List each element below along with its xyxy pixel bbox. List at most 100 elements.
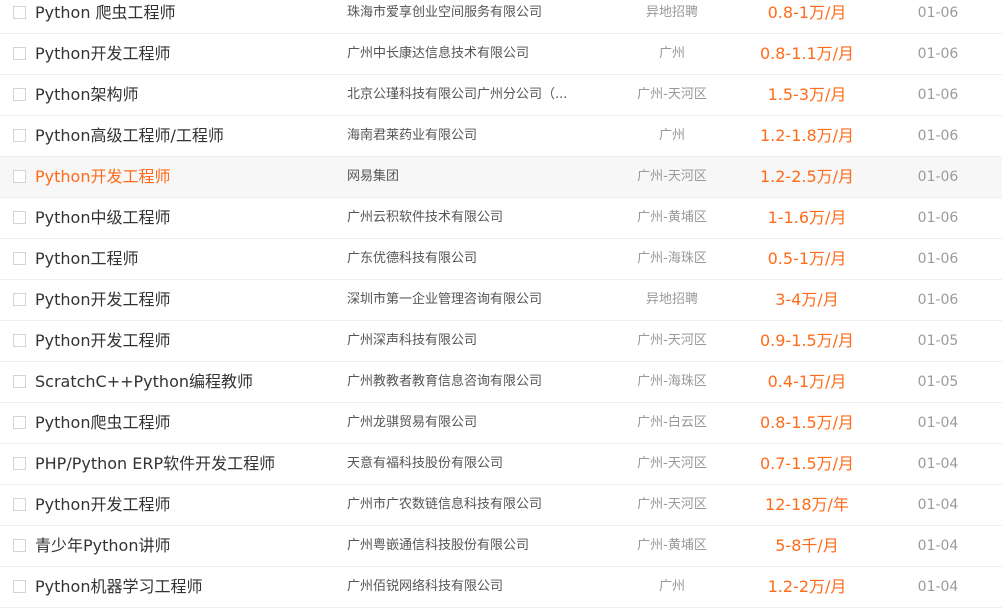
job-row[interactable]: PHP/Python ERP软件开发工程师 天意有福科技股份有限公司 广州-天河… — [0, 444, 1002, 485]
job-title-link[interactable]: Python开发工程师 — [35, 157, 335, 197]
post-date: 01-04 — [917, 415, 959, 431]
job-title-link[interactable]: Python开发工程师 — [35, 34, 335, 74]
job-select-checkbox[interactable] — [13, 88, 26, 101]
post-date: 01-05 — [917, 374, 959, 390]
company-name-link[interactable]: 广州佰锐网络科技有限公司 — [347, 567, 592, 607]
job-location: 异地招聘 — [645, 5, 698, 20]
job-title-link[interactable]: Python中级工程师 — [35, 198, 335, 238]
job-location: 广州-黄埔区 — [637, 210, 707, 225]
post-date: 01-06 — [917, 251, 959, 267]
job-location: 广州-天河区 — [637, 456, 707, 471]
job-row[interactable]: Python高级工程师/工程师 海南君莱药业有限公司 广州 1.2-1.8万/月… — [0, 116, 1002, 157]
post-date: 01-06 — [917, 46, 959, 62]
company-name-link[interactable]: 海南君莱药业有限公司 — [347, 116, 592, 156]
company-name-link[interactable]: 珠海市爱享创业空间服务有限公司 — [347, 0, 592, 33]
job-title-link[interactable]: Python机器学习工程师 — [35, 567, 335, 607]
job-title-link[interactable]: Python架构师 — [35, 75, 335, 115]
post-date: 01-06 — [917, 87, 959, 103]
job-location: 广州-黄埔区 — [637, 538, 707, 553]
job-row[interactable]: Python开发工程师 深圳市第一企业管理咨询有限公司 异地招聘 3-4万/月 … — [0, 280, 1002, 321]
job-location: 广州-天河区 — [637, 333, 707, 348]
job-row[interactable]: Python机器学习工程师 广州佰锐网络科技有限公司 广州 1.2-2万/月 0… — [0, 567, 1002, 608]
job-salary: 1.2-1.8万/月 — [759, 126, 855, 145]
job-select-checkbox[interactable] — [13, 129, 26, 142]
job-salary: 5-8千/月 — [775, 536, 839, 555]
job-select-checkbox[interactable] — [13, 498, 26, 511]
job-location: 广州-天河区 — [637, 497, 707, 512]
post-date: 01-04 — [917, 497, 959, 513]
job-select-checkbox[interactable] — [13, 375, 26, 388]
job-row[interactable]: Python开发工程师 广州中长康达信息技术有限公司 广州 0.8-1.1万/月… — [0, 34, 1002, 75]
job-title-link[interactable]: Python开发工程师 — [35, 280, 335, 320]
job-location: 广州-海珠区 — [637, 251, 707, 266]
job-select-checkbox[interactable] — [13, 334, 26, 347]
post-date: 01-05 — [917, 333, 959, 349]
company-name-link[interactable]: 广州深声科技有限公司 — [347, 321, 592, 361]
post-date: 01-06 — [917, 169, 959, 185]
job-title-link[interactable]: 青少年Python讲师 — [35, 526, 335, 566]
job-location: 广州 — [658, 128, 685, 143]
company-name-link[interactable]: 北京公瑾科技有限公司广州分公司（... — [347, 75, 592, 115]
job-select-checkbox[interactable] — [13, 539, 26, 552]
job-salary: 3-4万/月 — [775, 290, 839, 309]
job-row[interactable]: Python开发工程师 广州市广农数链信息科技有限公司 广州-天河区 12-18… — [0, 485, 1002, 526]
company-name-link[interactable]: 网易集团 — [347, 157, 592, 197]
job-select-checkbox[interactable] — [13, 457, 26, 470]
company-name-link[interactable]: 广州教教者教育信息咨询有限公司 — [347, 362, 592, 402]
job-row[interactable]: Python架构师 北京公瑾科技有限公司广州分公司（... 广州-天河区 1.5… — [0, 75, 1002, 116]
company-name-link[interactable]: 深圳市第一企业管理咨询有限公司 — [347, 280, 592, 320]
company-name-link[interactable]: 天意有福科技股份有限公司 — [347, 444, 592, 484]
job-title-link[interactable]: Python爬虫工程师 — [35, 403, 335, 443]
job-salary: 1.2-2.5万/月 — [759, 167, 855, 186]
job-row[interactable]: ScratchC++Python编程教师 广州教教者教育信息咨询有限公司 广州-… — [0, 362, 1002, 403]
job-select-checkbox[interactable] — [13, 416, 26, 429]
job-title-link[interactable]: ScratchC++Python编程教师 — [35, 362, 335, 402]
company-name-link[interactable]: 广州粤嵌通信科技股份有限公司 — [347, 526, 592, 566]
job-select-checkbox[interactable] — [13, 580, 26, 593]
company-name-link[interactable]: 广东优德科技有限公司 — [347, 239, 592, 279]
post-date: 01-06 — [917, 292, 959, 308]
company-name-link[interactable]: 广州中长康达信息技术有限公司 — [347, 34, 592, 74]
job-salary: 0.5-1万/月 — [767, 249, 847, 268]
job-row[interactable]: Python工程师 广东优德科技有限公司 广州-海珠区 0.5-1万/月 01-… — [0, 239, 1002, 280]
job-row[interactable]: Python开发工程师 网易集团 广州-天河区 1.2-2.5万/月 01-06 — [0, 157, 1002, 198]
job-salary: 0.8-1.1万/月 — [759, 44, 855, 63]
post-date: 01-06 — [917, 5, 959, 21]
job-location: 广州-天河区 — [637, 87, 707, 102]
post-date: 01-04 — [917, 579, 959, 595]
job-location: 广州 — [658, 46, 685, 61]
job-select-checkbox[interactable] — [13, 293, 26, 306]
job-select-checkbox[interactable] — [13, 47, 26, 60]
job-title-link[interactable]: Python开发工程师 — [35, 321, 335, 361]
job-row[interactable]: 青少年Python讲师 广州粤嵌通信科技股份有限公司 广州-黄埔区 5-8千/月… — [0, 526, 1002, 567]
job-select-checkbox[interactable] — [13, 252, 26, 265]
job-title-link[interactable]: Python高级工程师/工程师 — [35, 116, 335, 156]
company-name-link[interactable]: 广州市广农数链信息科技有限公司 — [347, 485, 592, 525]
job-select-checkbox[interactable] — [13, 6, 26, 19]
job-row[interactable]: Python中级工程师 广州云积软件技术有限公司 广州-黄埔区 1-1.6万/月… — [0, 198, 1002, 239]
job-title-link[interactable]: Python 爬虫工程师 — [35, 0, 335, 33]
job-select-checkbox[interactable] — [13, 170, 26, 183]
job-row[interactable]: Python开发工程师 广州深声科技有限公司 广州-天河区 0.9-1.5万/月… — [0, 321, 1002, 362]
post-date: 01-06 — [917, 210, 959, 226]
job-salary: 0.7-1.5万/月 — [759, 454, 855, 473]
job-location: 异地招聘 — [645, 292, 698, 307]
job-title-link[interactable]: Python开发工程师 — [35, 485, 335, 525]
job-location: 广州-白云区 — [637, 415, 707, 430]
post-date: 01-06 — [917, 128, 959, 144]
job-salary: 0.8-1万/月 — [767, 3, 847, 22]
job-salary: 1-1.6万/月 — [767, 208, 847, 227]
job-salary: 1.5-3万/月 — [767, 85, 847, 104]
job-row[interactable]: Python 爬虫工程师 珠海市爱享创业空间服务有限公司 异地招聘 0.8-1万… — [0, 0, 1002, 34]
job-row[interactable]: Python爬虫工程师 广州龙骐贸易有限公司 广州-白云区 0.8-1.5万/月… — [0, 403, 1002, 444]
job-salary: 0.9-1.5万/月 — [759, 331, 855, 350]
job-location: 广州-海珠区 — [637, 374, 707, 389]
company-name-link[interactable]: 广州云积软件技术有限公司 — [347, 198, 592, 238]
job-location: 广州 — [658, 579, 685, 594]
job-select-checkbox[interactable] — [13, 211, 26, 224]
job-title-link[interactable]: PHP/Python ERP软件开发工程师 — [35, 444, 335, 484]
company-name-link[interactable]: 广州龙骐贸易有限公司 — [347, 403, 592, 443]
job-title-link[interactable]: Python工程师 — [35, 239, 335, 279]
job-salary: 12-18万/年 — [765, 495, 849, 514]
job-salary: 0.8-1.5万/月 — [759, 413, 855, 432]
